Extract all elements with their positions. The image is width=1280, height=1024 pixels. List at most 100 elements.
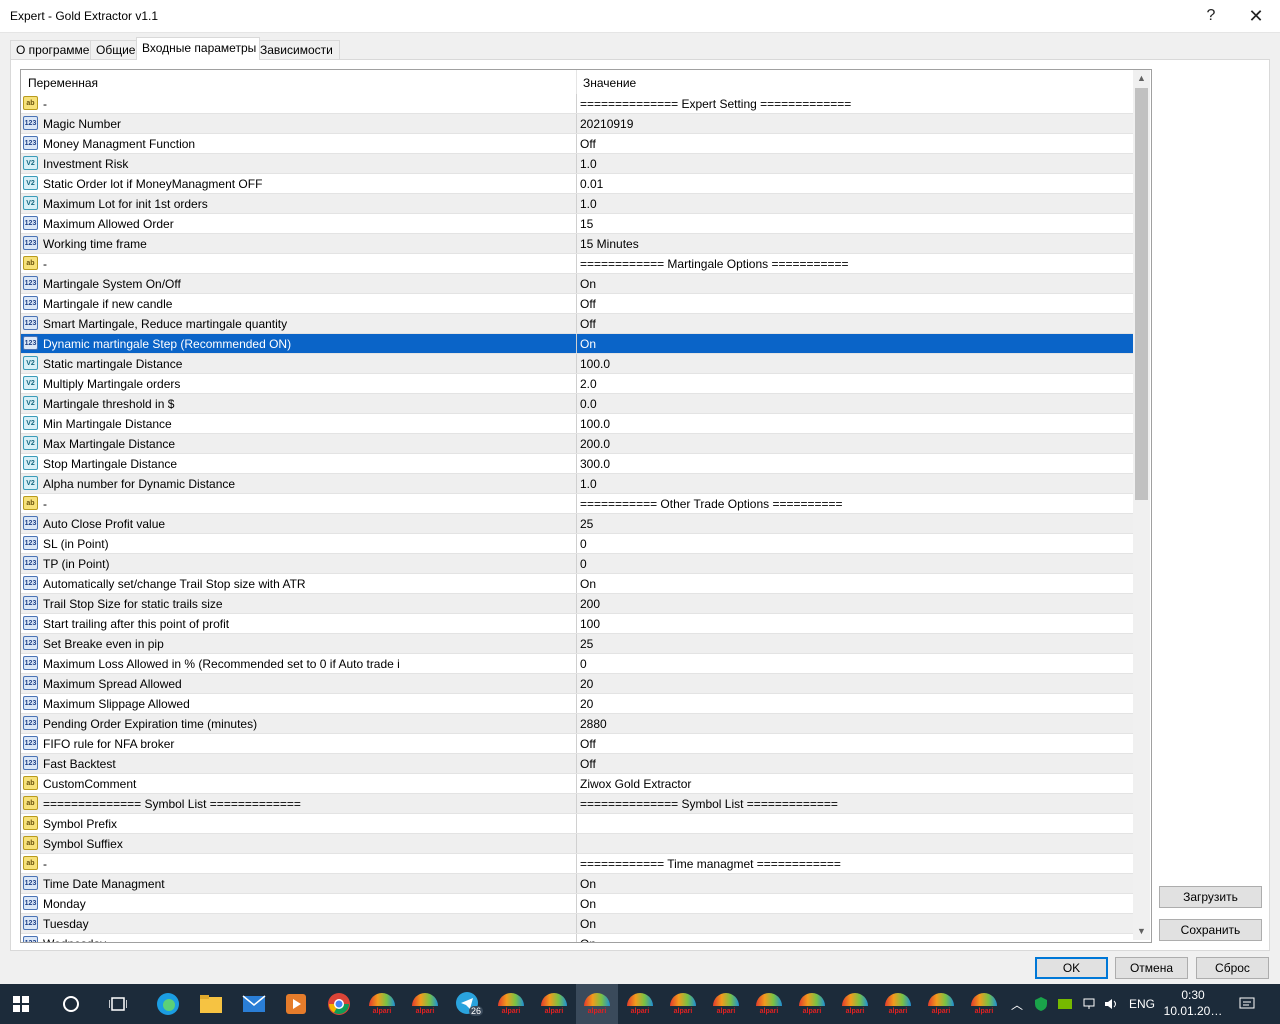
parameter-row[interactable]: V2 Stop Martingale Distance 300.0 xyxy=(21,454,1133,474)
taskbar-alpari-8[interactable]: alpari xyxy=(705,984,747,1024)
cancel-button[interactable]: Отмена xyxy=(1115,957,1188,979)
taskbar-alpari-9[interactable]: alpari xyxy=(748,984,790,1024)
parameter-row[interactable]: 123 Trail Stop Size for static trails siz… xyxy=(21,594,1133,614)
parameter-row[interactable]: 123 TP (in Point) 0 xyxy=(21,554,1133,574)
parameter-row[interactable]: ab - =========== Other Trade Options =====… xyxy=(21,494,1133,514)
start-button[interactable] xyxy=(0,984,42,1024)
parameter-row[interactable]: 123 Maximum Spread Allowed 20 xyxy=(21,674,1133,694)
close-button[interactable]: ✕ xyxy=(1233,0,1279,32)
taskbar-media[interactable] xyxy=(275,984,317,1024)
parameter-row[interactable]: V2 Max Martingale Distance 200.0 xyxy=(21,434,1133,454)
parameter-value[interactable]: 20210919 xyxy=(580,117,633,131)
tray-security-icon[interactable] xyxy=(1032,984,1050,1024)
parameter-value[interactable]: Off xyxy=(580,757,596,771)
parameter-row[interactable]: 123 Fast Backtest Off xyxy=(21,754,1133,774)
parameter-value[interactable]: ============ Martingale Options ========… xyxy=(580,257,849,271)
tab-dependencies[interactable]: Зависимости xyxy=(254,40,340,60)
parameter-row[interactable]: 123 Martingale if new candle Off xyxy=(21,294,1133,314)
parameter-value[interactable]: 1.0 xyxy=(580,197,597,211)
parameter-value[interactable]: 25 xyxy=(580,517,593,531)
taskbar-alpari-4[interactable]: alpari xyxy=(533,984,575,1024)
tray-overflow-icon[interactable]: ︿ xyxy=(1008,984,1026,1024)
parameter-row[interactable]: 123 SL (in Point) 0 xyxy=(21,534,1133,554)
taskbar-telegram[interactable]: 26 xyxy=(447,984,489,1024)
parameter-value[interactable]: On xyxy=(580,337,596,351)
parameter-value[interactable]: ============== Expert Setting ==========… xyxy=(580,97,851,111)
parameter-row[interactable]: 123 Martingale System On/Off On xyxy=(21,274,1133,294)
taskbar-chrome[interactable] xyxy=(318,984,360,1024)
parameter-row[interactable]: 123 Time Date Managment On xyxy=(21,874,1133,894)
load-button[interactable]: Загрузить xyxy=(1159,886,1262,908)
tray-network-icon[interactable] xyxy=(1080,984,1098,1024)
parameter-row[interactable]: 123 Maximum Loss Allowed in % (Recommende… xyxy=(21,654,1133,674)
parameter-row[interactable]: 123 Automatically set/change Trail Stop s… xyxy=(21,574,1133,594)
scroll-up-icon[interactable]: ▲ xyxy=(1133,70,1150,87)
tab-common[interactable]: Общие xyxy=(90,40,142,60)
parameter-value[interactable]: 2.0 xyxy=(580,377,597,391)
parameter-row[interactable]: ab - ============== Expert Setting =======… xyxy=(21,94,1133,114)
parameter-value[interactable]: 0 xyxy=(580,657,587,671)
parameter-value[interactable]: 15 Minutes xyxy=(580,237,639,251)
parameter-row[interactable]: ab Symbol Suffiex xyxy=(21,834,1133,854)
column-header-variable[interactable]: Переменная xyxy=(28,76,98,90)
taskbar-explorer[interactable] xyxy=(190,984,232,1024)
scroll-thumb[interactable] xyxy=(1135,88,1148,500)
tray-clock[interactable]: 0:30 10.01.20… xyxy=(1160,987,1226,1019)
ok-button[interactable]: OK xyxy=(1035,957,1108,979)
taskbar-alpari-6[interactable]: alpari xyxy=(619,984,661,1024)
taskbar-edge[interactable] xyxy=(147,984,189,1024)
parameter-row[interactable]: 123 FIFO rule for NFA broker Off xyxy=(21,734,1133,754)
parameter-value[interactable]: Off xyxy=(580,137,596,151)
taskbar-alpari-7[interactable]: alpari xyxy=(662,984,704,1024)
parameter-value[interactable]: ============== Symbol List ============= xyxy=(580,797,838,811)
parameter-row[interactable]: 123 Dynamic martingale Step (Recommended … xyxy=(21,334,1133,354)
parameter-value[interactable]: 1.0 xyxy=(580,477,597,491)
parameter-row[interactable]: 123 Magic Number 20210919 xyxy=(21,114,1133,134)
parameter-value[interactable]: On xyxy=(580,937,596,942)
parameter-row[interactable]: ab CustomComment Ziwox Gold Extractor xyxy=(21,774,1133,794)
parameter-row[interactable]: ab - ============ Time managmet ==========… xyxy=(21,854,1133,874)
parameter-row[interactable]: 123 Wednesday On xyxy=(21,934,1133,942)
taskbar-alpari-13[interactable]: alpari xyxy=(920,984,962,1024)
parameter-value[interactable]: 25 xyxy=(580,637,593,651)
parameter-value[interactable]: On xyxy=(580,277,596,291)
parameter-value[interactable]: 2880 xyxy=(580,717,607,731)
tab-input-parameters[interactable]: Входные параметры xyxy=(136,37,260,60)
save-button[interactable]: Сохранить xyxy=(1159,919,1262,941)
taskbar-alpari-11[interactable]: alpari xyxy=(834,984,876,1024)
parameter-value[interactable]: 100 xyxy=(580,617,600,631)
parameter-row[interactable]: 123 Smart Martingale, Reduce martingale q… xyxy=(21,314,1133,334)
taskbar-alpari-3[interactable]: alpari xyxy=(490,984,532,1024)
parameter-row[interactable]: 123 Maximum Slippage Allowed 20 xyxy=(21,694,1133,714)
taskbar-alpari-12[interactable]: alpari xyxy=(877,984,919,1024)
parameter-value[interactable]: 100.0 xyxy=(580,417,610,431)
parameter-value[interactable]: ============ Time managmet ============ xyxy=(580,857,841,871)
parameter-row[interactable]: V2 Alpha number for Dynamic Distance 1.0 xyxy=(21,474,1133,494)
parameter-row[interactable]: 123 Working time frame 15 Minutes xyxy=(21,234,1133,254)
parameter-row[interactable]: 123 Set Breake even in pip 25 xyxy=(21,634,1133,654)
tray-volume-icon[interactable] xyxy=(1102,984,1122,1024)
parameter-row[interactable]: ab ============== Symbol List ===========… xyxy=(21,794,1133,814)
parameter-row[interactable]: 123 Auto Close Profit value 25 xyxy=(21,514,1133,534)
parameter-row[interactable]: 123 Maximum Allowed Order 15 xyxy=(21,214,1133,234)
parameter-row[interactable]: ab - ============ Martingale Options =====… xyxy=(21,254,1133,274)
parameter-row[interactable]: V2 Static martingale Distance 100.0 xyxy=(21,354,1133,374)
taskbar-alpari-2[interactable]: alpari xyxy=(404,984,446,1024)
tray-language[interactable]: ENG xyxy=(1126,984,1158,1024)
taskbar-mail[interactable] xyxy=(233,984,275,1024)
parameter-row[interactable]: 123 Start trailing after this point of pr… xyxy=(21,614,1133,634)
parameter-row[interactable]: 123 Pending Order Expiration time (minute… xyxy=(21,714,1133,734)
tray-nvidia-icon[interactable] xyxy=(1056,984,1074,1024)
taskbar-alpari-10[interactable]: alpari xyxy=(791,984,833,1024)
parameter-value[interactable]: 200 xyxy=(580,597,600,611)
parameter-value[interactable]: 100.0 xyxy=(580,357,610,371)
parameter-row[interactable]: ab Symbol Prefix xyxy=(21,814,1133,834)
parameter-value[interactable]: 0 xyxy=(580,557,587,571)
parameter-value[interactable]: 15 xyxy=(580,217,593,231)
parameter-value[interactable]: Off xyxy=(580,737,596,751)
taskbar-alpari-1[interactable]: alpari xyxy=(361,984,403,1024)
notifications-icon[interactable] xyxy=(1236,984,1258,1024)
parameter-value[interactable]: Off xyxy=(580,317,596,331)
parameter-value[interactable]: On xyxy=(580,897,596,911)
parameter-value[interactable]: 20 xyxy=(580,677,593,691)
